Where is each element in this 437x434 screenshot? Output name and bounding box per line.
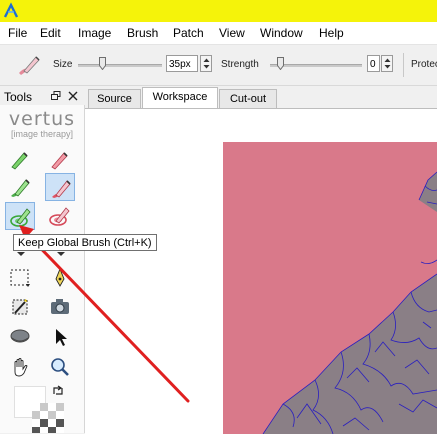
menu-window[interactable]: Window — [260, 26, 303, 40]
strength-slider-thumb[interactable] — [277, 57, 284, 70]
background-color-swatch[interactable] — [32, 403, 64, 433]
toolbar-divider — [403, 53, 404, 77]
zoom-tool[interactable] — [45, 353, 75, 381]
remove-global-brush-tool[interactable] — [45, 202, 75, 230]
size-slider-thumb[interactable] — [99, 57, 106, 70]
brush-icon — [19, 56, 40, 75]
size-label: Size — [53, 59, 73, 70]
camera-tool[interactable] — [45, 293, 75, 321]
hand-icon — [14, 358, 28, 377]
size-value-input[interactable]: 35px — [166, 55, 198, 72]
tools-panel: vertus [image therapy] — [0, 105, 85, 433]
swap-colors-icon[interactable] — [51, 384, 65, 398]
size-slider[interactable] — [78, 64, 162, 67]
menu-image[interactable]: Image — [78, 26, 111, 40]
rectangle-select-tool[interactable] — [5, 264, 35, 292]
tooltip: Keep Global Brush (Ctrl+K) — [13, 234, 157, 251]
green-brush-tool[interactable] — [5, 145, 35, 173]
pen-select-icon — [55, 267, 65, 287]
brush-toolbar: Size 35px Strength 0 Protec — [0, 45, 437, 86]
magic-wand-tool[interactable] — [5, 293, 35, 321]
protect-label: Protec — [411, 59, 437, 70]
strength-spin-buttons[interactable] — [381, 55, 393, 72]
size-spin-buttons[interactable] — [200, 55, 212, 72]
tab-workspace[interactable]: Workspace — [142, 87, 218, 109]
menu-edit[interactable]: Edit — [40, 26, 61, 40]
keep-global-brush-tool[interactable] — [5, 202, 35, 230]
app-icon — [3, 2, 19, 18]
eraser-icon — [10, 329, 30, 343]
strength-value-input[interactable]: 0 — [367, 55, 380, 72]
green-brush-icon — [11, 152, 28, 170]
red-brush-icon — [51, 152, 68, 170]
zoom-icon — [51, 358, 69, 376]
tools-panel-title: Tools — [4, 90, 33, 104]
menu-bar: File Edit Image Brush Patch View Window … — [0, 22, 437, 45]
pen-select-tool[interactable] — [45, 264, 75, 292]
workspace-area[interactable] — [85, 108, 437, 434]
pointer-icon — [56, 329, 67, 346]
close-panel-icon[interactable] — [68, 91, 78, 101]
green-smart-brush-tool[interactable] — [5, 173, 35, 201]
tab-source[interactable]: Source — [88, 89, 141, 108]
vertus-logo: vertus [image therapy] — [0, 109, 84, 139]
keep-global-brush-icon — [10, 208, 31, 227]
logo-sub-text: [image therapy] — [10, 129, 74, 139]
magic-wand-icon — [12, 299, 28, 315]
rectangle-select-icon — [10, 269, 30, 287]
remove-global-brush-icon — [49, 207, 70, 226]
float-panel-icon[interactable] — [51, 91, 61, 101]
menu-brush[interactable]: Brush — [127, 26, 158, 40]
red-smart-brush-tool[interactable] — [45, 173, 75, 201]
eraser-tool[interactable] — [5, 323, 35, 351]
camera-icon — [51, 299, 69, 314]
red-brush-tool[interactable] — [45, 145, 75, 173]
menu-file[interactable]: File — [8, 26, 27, 40]
tab-cut-out[interactable]: Cut-out — [219, 89, 277, 108]
strength-label: Strength — [221, 59, 259, 70]
tools-panel-header: Tools — [0, 87, 84, 105]
logo-main-text: vertus — [8, 108, 76, 130]
hand-tool[interactable] — [5, 353, 35, 381]
menu-help[interactable]: Help — [319, 26, 344, 40]
pointer-tool[interactable] — [45, 323, 75, 351]
document-tabs: Source Workspace Cut-out — [85, 87, 437, 109]
title-bar — [0, 0, 437, 22]
menu-view[interactable]: View — [219, 26, 245, 40]
canvas-image[interactable] — [223, 142, 437, 434]
green-smart-brush-icon — [11, 179, 30, 197]
red-smart-brush-icon — [52, 180, 71, 198]
menu-patch[interactable]: Patch — [173, 26, 204, 40]
